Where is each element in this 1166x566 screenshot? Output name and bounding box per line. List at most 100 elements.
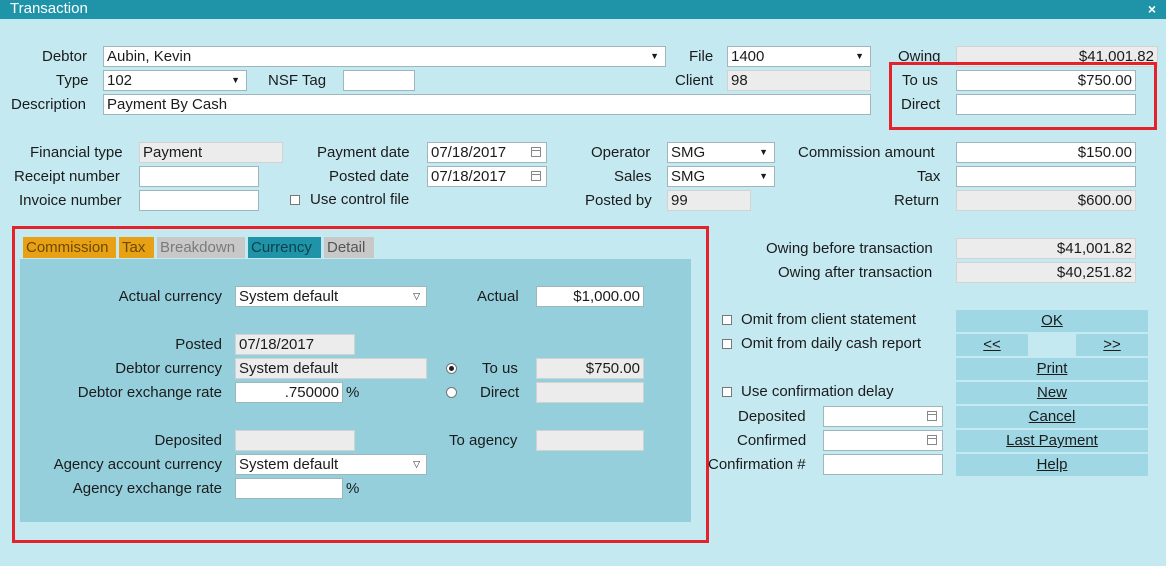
omit-daily-cash-checkbox[interactable] (722, 339, 732, 349)
ok-button[interactable]: OK (956, 310, 1148, 332)
confirmed-label: Confirmed (737, 432, 807, 449)
help-button[interactable]: Help (956, 454, 1148, 476)
posted-date-label: Posted date (329, 168, 410, 185)
sales-label: Sales (614, 168, 652, 185)
invoice-number-input[interactable] (139, 190, 259, 211)
close-icon[interactable]: × (1148, 0, 1156, 18)
tab-detail[interactable]: Detail (324, 237, 374, 258)
tab-tax[interactable]: Tax (119, 237, 154, 258)
cancel-button-label: Cancel (1028, 408, 1076, 425)
options-deposited-input[interactable] (823, 406, 943, 427)
deposited-field (235, 430, 355, 451)
agency-account-currency-select[interactable]: System default ▽ (235, 454, 427, 475)
calendar-icon[interactable] (927, 411, 937, 421)
options-deposited-label: Deposited (738, 408, 806, 425)
payment-date-input[interactable]: 07/18/2017 (427, 142, 547, 163)
percent-sign: % (346, 480, 360, 497)
last-payment-button[interactable]: Last Payment (956, 430, 1148, 452)
calendar-icon[interactable] (531, 147, 541, 157)
actual-currency-value: System default (239, 288, 339, 305)
to-us-label: To us (902, 72, 938, 89)
dropdown-arrow-icon: ▼ (231, 75, 240, 85)
receipt-number-label: Receipt number (14, 168, 120, 185)
agency-currency-value: System default (239, 456, 339, 473)
file-select[interactable]: 1400 ▼ (727, 46, 871, 67)
owing-after-field: $40,251.82 (956, 262, 1136, 283)
new-button[interactable]: New (956, 382, 1148, 404)
currency-direct-label: Direct (480, 384, 520, 401)
last-payment-button-label: Last Payment (1006, 432, 1098, 449)
debtor-currency-field: System default (235, 358, 427, 379)
debtor-exchange-rate-input[interactable]: .750000 (235, 382, 343, 403)
next-button[interactable]: >> (1076, 334, 1148, 356)
posted-by-field: 99 (667, 190, 751, 211)
dropdown-arrow-icon: ▼ (759, 147, 768, 157)
use-confirmation-delay-checkbox[interactable] (722, 387, 732, 397)
owing-before-field: $41,001.82 (956, 238, 1136, 259)
posted-label: Posted (175, 336, 222, 353)
cancel-button[interactable]: Cancel (956, 406, 1148, 428)
tax-label: Tax (917, 168, 941, 185)
to-us-input[interactable]: $750.00 (956, 70, 1136, 91)
currency-to-us-label: To us (482, 360, 518, 377)
type-label: Type (56, 72, 89, 89)
nsf-tag-input[interactable] (343, 70, 415, 91)
financial-type-label: Financial type (30, 144, 123, 161)
use-control-file-checkbox[interactable] (290, 195, 300, 205)
currency-to-us-field: $750.00 (536, 358, 644, 379)
nsf-tag-label: NSF Tag (268, 72, 327, 89)
debtor-select[interactable]: Aubin, Kevin ▼ (103, 46, 666, 67)
operator-value: SMG (671, 144, 706, 161)
actual-input[interactable]: $1,000.00 (536, 286, 644, 307)
return-field: $600.00 (956, 190, 1136, 211)
deposited-label: Deposited (154, 432, 222, 449)
description-input[interactable]: Payment By Cash (103, 94, 871, 115)
confirmed-input[interactable] (823, 430, 943, 451)
to-agency-field (536, 430, 644, 451)
previous-button-label: << (983, 336, 1001, 353)
actual-currency-select[interactable]: System default ▽ (235, 286, 427, 307)
financial-type-field: Payment (139, 142, 283, 163)
posted-date-input[interactable]: 07/18/2017 (427, 166, 547, 187)
owing-field: $41,001.82 (956, 46, 1158, 67)
debtor-label: Debtor (42, 48, 88, 65)
use-confirmation-delay-label: Use confirmation delay (741, 383, 894, 400)
calendar-icon[interactable] (927, 435, 937, 445)
operator-select[interactable]: SMG ▼ (667, 142, 775, 163)
calendar-icon[interactable] (531, 171, 541, 181)
sales-select[interactable]: SMG ▼ (667, 166, 775, 187)
debtor-currency-label: Debtor currency (115, 360, 222, 377)
dropdown-arrow-icon: ▼ (650, 51, 659, 61)
tab-breakdown[interactable]: Breakdown (157, 237, 245, 258)
posted-field: 07/18/2017 (235, 334, 355, 355)
commission-amount-input[interactable]: $150.00 (956, 142, 1136, 163)
direct-label: Direct (901, 96, 941, 113)
tab-commission[interactable]: Commission (23, 237, 116, 258)
posted-by-label: Posted by (585, 192, 652, 209)
type-select[interactable]: 102 ▼ (103, 70, 247, 91)
actual-label: Actual (477, 288, 519, 305)
receipt-number-input[interactable] (139, 166, 259, 187)
print-button[interactable]: Print (956, 358, 1148, 380)
invoice-number-label: Invoice number (19, 192, 122, 209)
to-us-radio[interactable] (446, 363, 457, 374)
posted-date-value: 07/18/2017 (431, 168, 507, 185)
use-control-file-label: Use control file (310, 191, 410, 208)
confirmation-number-input[interactable] (823, 454, 943, 475)
agency-exchange-rate-input[interactable] (235, 478, 343, 499)
tax-input[interactable] (956, 166, 1136, 187)
client-field: 98 (727, 70, 871, 91)
omit-client-statement-checkbox[interactable] (722, 315, 732, 325)
return-label: Return (894, 192, 940, 209)
dropdown-arrow-icon: ▼ (855, 51, 864, 61)
chevron-down-icon: ▽ (413, 459, 420, 469)
actual-currency-label: Actual currency (118, 288, 222, 305)
debtor-exchange-rate-label: Debtor exchange rate (77, 384, 222, 401)
direct-input[interactable] (956, 94, 1136, 115)
payment-date-value: 07/18/2017 (431, 144, 507, 161)
payment-date-label: Payment date (317, 144, 410, 161)
direct-radio[interactable] (446, 387, 457, 398)
previous-button[interactable]: << (956, 334, 1028, 356)
owing-label: Owing (898, 48, 941, 65)
tab-currency[interactable]: Currency (248, 237, 321, 258)
